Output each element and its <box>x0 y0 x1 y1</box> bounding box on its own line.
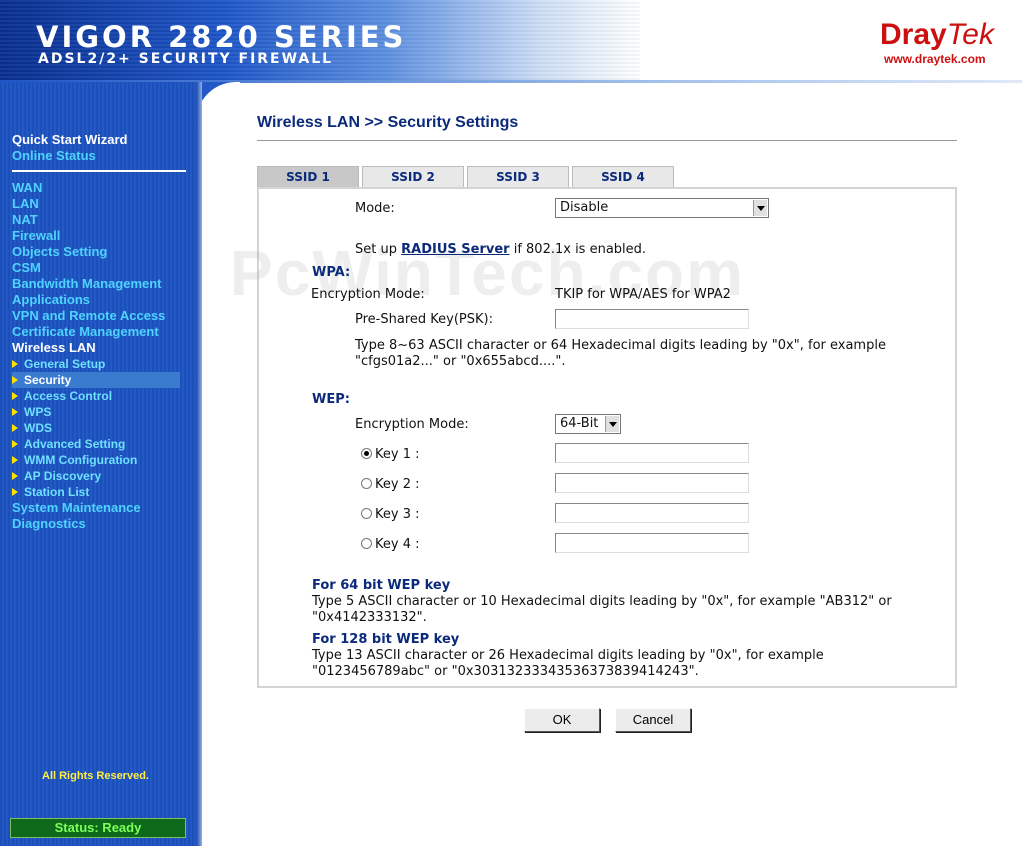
product-title: VIGOR 2820 SERIES <box>36 20 407 54</box>
nav-certificate-management[interactable]: Certificate Management <box>12 324 159 340</box>
nav-system-maintenance[interactable]: System Maintenance <box>12 500 141 516</box>
wpa-heading: WPA: <box>312 265 351 280</box>
triangle-bullet-icon <box>12 424 18 432</box>
key1-radio[interactable] <box>361 448 372 459</box>
draytek-logo[interactable]: DrayTek <box>880 20 1010 50</box>
nav-online-status[interactable]: Online Status <box>12 148 96 164</box>
key3-input[interactable] <box>555 503 749 523</box>
psk-label: Pre-Shared Key(PSK): <box>355 312 493 327</box>
nav-applications[interactable]: Applications <box>12 292 90 308</box>
wep128-help-line2: "0123456789abc" or "0x303132333435363738… <box>312 664 699 679</box>
nav-wan[interactable]: WAN <box>12 180 42 196</box>
nav-lan[interactable]: LAN <box>12 196 39 212</box>
nav-objects-setting[interactable]: Objects Setting <box>12 244 107 260</box>
status-bar: Status: Ready <box>10 818 186 838</box>
nav-sub-wds[interactable]: WDS <box>12 420 52 436</box>
tab-ssid-1[interactable]: SSID 1 <box>257 166 359 187</box>
wpa-encryption-label: Encryption Mode: <box>311 287 425 302</box>
triangle-bullet-icon <box>12 376 18 384</box>
nav-csm[interactable]: CSM <box>12 260 41 276</box>
triangle-bullet-icon <box>12 472 18 480</box>
wep128-heading: For 128 bit WEP key <box>312 632 460 647</box>
header-banner: VIGOR 2820 SERIES ADSL2/2+ SECURITY FIRE… <box>0 0 1022 83</box>
triangle-bullet-icon <box>12 392 18 400</box>
key2-label: Key 2 : <box>375 477 420 492</box>
sidebar-edge <box>196 82 202 846</box>
nav-sub-general-setup[interactable]: General Setup <box>12 356 105 372</box>
nav-sub-station-list[interactable]: Station List <box>12 484 89 500</box>
key4-label: Key 4 : <box>375 537 420 552</box>
triangle-bullet-icon <box>12 360 18 368</box>
mode-select[interactable]: Disable <box>555 198 769 218</box>
logo-word-dray: Dray <box>880 18 947 51</box>
sidebar-curve <box>196 82 240 122</box>
copyright: All Rights Reserved. <box>42 770 149 782</box>
mode-label: Mode: <box>355 201 395 216</box>
nav-separator <box>12 170 186 172</box>
nav-nat[interactable]: NAT <box>12 212 38 228</box>
nav-sub-advanced-setting[interactable]: Advanced Setting <box>12 436 125 452</box>
product-subtitle: ADSL2/2+ SECURITY FIREWALL <box>38 51 334 67</box>
triangle-bullet-icon <box>12 456 18 464</box>
key3-label: Key 3 : <box>375 507 420 522</box>
psk-help-line2: "cfgs01a2..." or "0x655abcd....". <box>355 354 566 369</box>
wep64-help-line1: Type 5 ASCII character or 10 Hexadecimal… <box>312 594 892 609</box>
nav-sub-security[interactable]: Security <box>12 372 180 388</box>
nav-wireless-lan[interactable]: Wireless LAN <box>12 340 96 356</box>
key3-radio[interactable] <box>361 508 372 519</box>
psk-help-line1: Type 8~63 ASCII character or 64 Hexadeci… <box>355 338 886 353</box>
wep64-heading: For 64 bit WEP key <box>312 578 451 593</box>
nav-sub-wmm-configuration[interactable]: WMM Configuration <box>12 452 137 468</box>
key4-input[interactable] <box>555 533 749 553</box>
nav-sub-wps[interactable]: WPS <box>12 404 51 420</box>
page-title: Wireless LAN >> Security Settings <box>257 114 519 131</box>
ok-button[interactable]: OK <box>524 708 600 732</box>
nav-quick-start-wizard[interactable]: Quick Start Wizard <box>12 132 127 148</box>
nav-bandwidth-management[interactable]: Bandwidth Management <box>12 276 162 292</box>
wep-encryption-select[interactable]: 64-Bit <box>555 414 621 434</box>
nav-firewall[interactable]: Firewall <box>12 228 60 244</box>
key4-radio[interactable] <box>361 538 372 549</box>
radius-server-link[interactable]: RADIUS Server <box>401 242 509 257</box>
tab-ssid-2[interactable]: SSID 2 <box>362 166 464 187</box>
triangle-bullet-icon <box>12 408 18 416</box>
psk-input[interactable] <box>555 309 749 329</box>
key2-input[interactable] <box>555 473 749 493</box>
tab-ssid-4[interactable]: SSID 4 <box>572 166 674 187</box>
key1-label: Key 1 : <box>375 447 420 462</box>
wep-heading: WEP: <box>312 392 350 407</box>
key1-input[interactable] <box>555 443 749 463</box>
title-divider <box>257 140 957 141</box>
mode-select-value: Disable <box>560 200 609 215</box>
wep64-help-line2: "0x4142333132". <box>312 610 427 625</box>
cancel-button[interactable]: Cancel <box>615 708 691 732</box>
wpa-encryption-value: TKIP for WPA/AES for WPA2 <box>555 287 731 302</box>
dropdown-arrow-icon[interactable] <box>753 200 767 216</box>
wep-encryption-value: 64-Bit <box>560 416 599 431</box>
nav-sub-access-control[interactable]: Access Control <box>12 388 112 404</box>
nav-diagnostics[interactable]: Diagnostics <box>12 516 86 532</box>
triangle-bullet-icon <box>12 440 18 448</box>
wep-encryption-label: Encryption Mode: <box>355 417 469 432</box>
dropdown-arrow-icon[interactable] <box>605 416 619 432</box>
logo-word-tek: Tek <box>946 18 994 51</box>
radius-note: Set up RADIUS Server if 802.1x is enable… <box>355 242 647 257</box>
nav-vpn-remote-access[interactable]: VPN and Remote Access <box>12 308 165 324</box>
wep128-help-line1: Type 13 ASCII character or 26 Hexadecima… <box>312 648 824 663</box>
tab-ssid-3[interactable]: SSID 3 <box>467 166 569 187</box>
brand-url[interactable]: www.draytek.com <box>884 52 986 66</box>
key2-radio[interactable] <box>361 478 372 489</box>
nav-sub-ap-discovery[interactable]: AP Discovery <box>12 468 101 484</box>
triangle-bullet-icon <box>12 488 18 496</box>
